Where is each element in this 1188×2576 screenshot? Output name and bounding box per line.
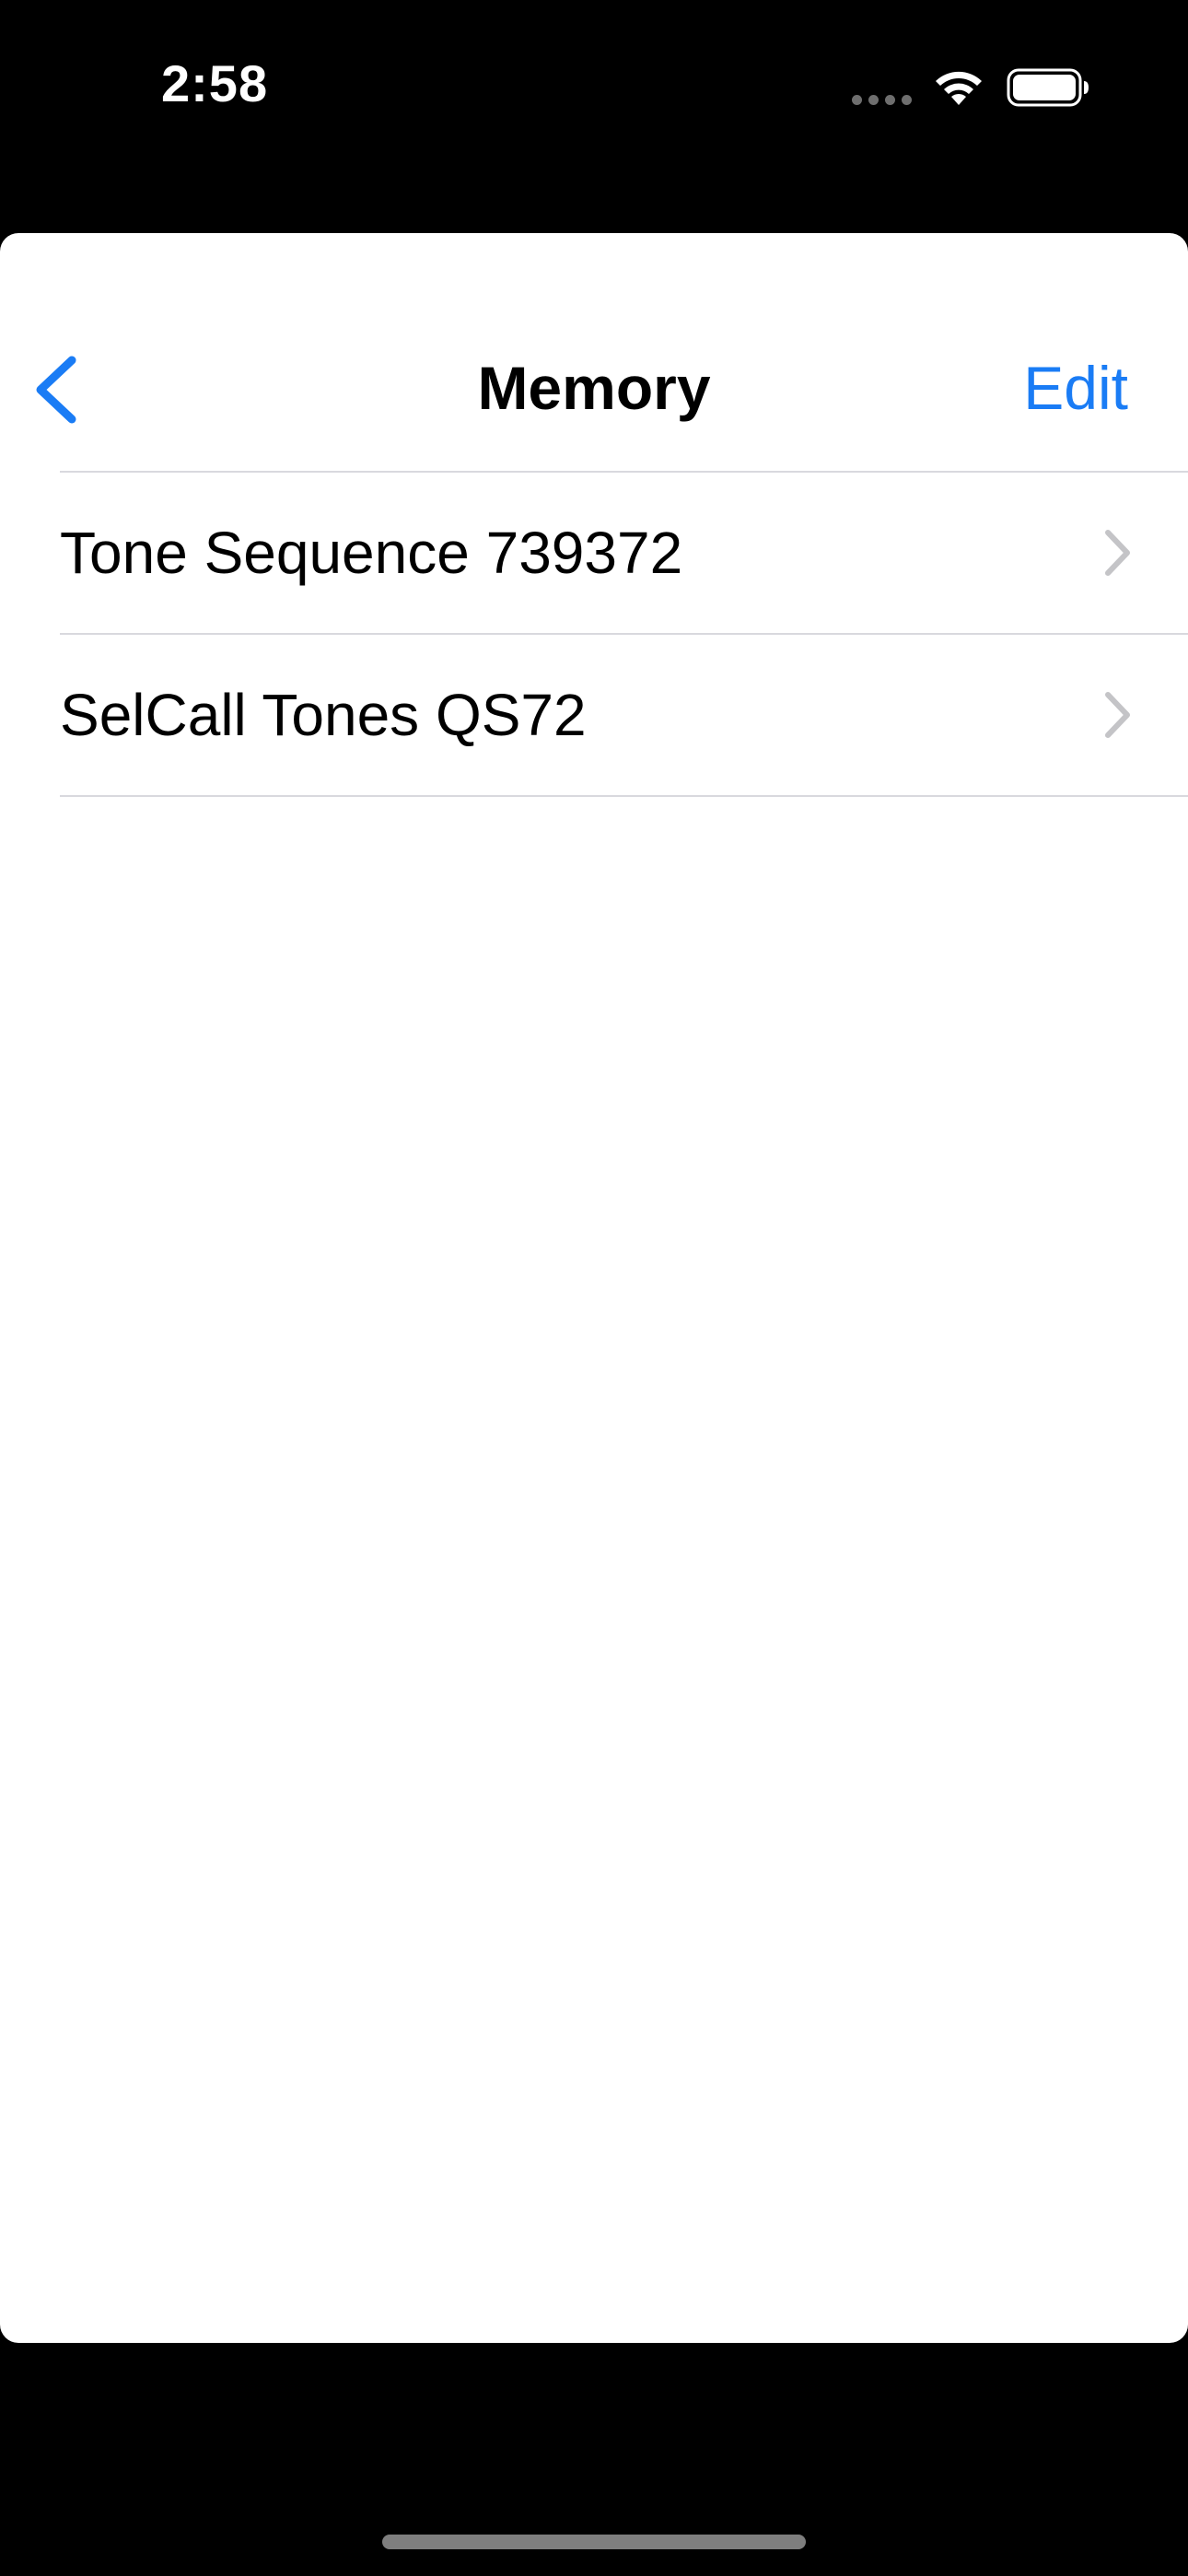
modal-sheet: Memory Edit Tone Sequence 739372 SelCall… xyxy=(0,233,1188,2343)
cellular-signal-icon xyxy=(852,95,912,105)
page-title: Memory xyxy=(477,354,711,422)
status-time: 2:58 xyxy=(161,54,269,112)
wifi-icon xyxy=(936,71,982,105)
list-separator xyxy=(60,795,1188,797)
status-bar: 2:58 xyxy=(0,0,1188,175)
chevron-right-icon xyxy=(1105,530,1130,576)
list-item[interactable]: SelCall Tones QS72 xyxy=(0,635,1188,795)
home-indicator[interactable] xyxy=(382,2535,806,2549)
memory-list: Tone Sequence 739372 SelCall Tones QS72 xyxy=(0,471,1188,797)
edit-button[interactable]: Edit xyxy=(1023,353,1128,423)
list-item-label: Tone Sequence 739372 xyxy=(60,520,683,586)
battery-icon xyxy=(1007,68,1089,107)
list-item-label: SelCall Tones QS72 xyxy=(60,682,587,748)
navigation-bar: Memory Edit xyxy=(0,233,1188,471)
chevron-right-icon xyxy=(1105,692,1130,738)
list-item[interactable]: Tone Sequence 739372 xyxy=(0,473,1188,633)
